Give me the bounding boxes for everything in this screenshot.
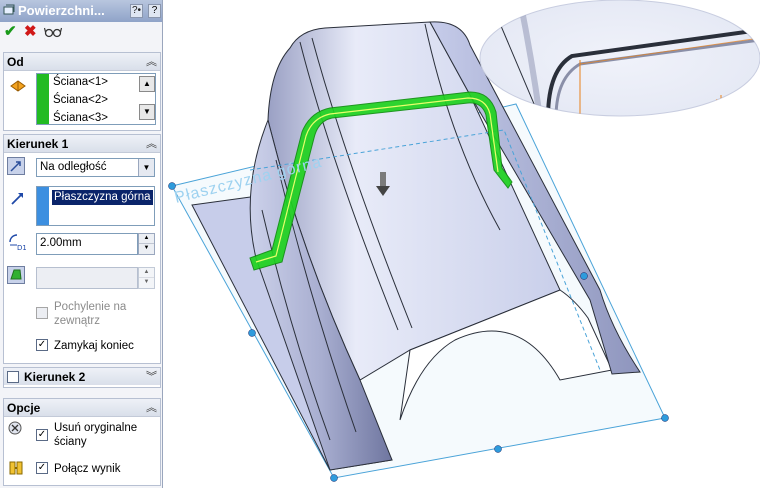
- selection-color-swatch: [37, 74, 49, 124]
- delete-original-faces-checkbox[interactable]: ✓: [36, 429, 48, 441]
- group-od-header[interactable]: Od ︽: [4, 53, 160, 71]
- chevron-down-icon[interactable]: ︾: [146, 368, 157, 384]
- x-icon[interactable]: ✖: [24, 22, 37, 42]
- property-manager-title: Powierzchni...: [18, 3, 105, 18]
- group-direction-2: Kierunek 2 ︾: [3, 367, 161, 388]
- group-direction-1-title: Kierunek 1: [7, 137, 69, 151]
- delete-original-faces-line2: ściany: [54, 436, 87, 448]
- face-selection-icon: [10, 80, 26, 92]
- group-direction-1-header[interactable]: Kierunek 1 ︽: [4, 135, 160, 153]
- group-od: Od ︽ Ściana<1> Ściana<2> Ściana<3> ▲ ▼: [3, 52, 161, 131]
- svg-text:D1: D1: [17, 244, 26, 251]
- magnifier-lens: [479, 0, 760, 117]
- knit-result-checkbox[interactable]: ✓: [36, 462, 48, 474]
- chevron-up-icon[interactable]: ︽: [146, 53, 157, 69]
- group-options-title: Opcje: [7, 401, 41, 415]
- delete-original-faces-line1: Usuń oryginalne: [54, 422, 138, 434]
- faces-list[interactable]: Ściana<1> Ściana<2> Ściana<3> ▲ ▼: [36, 73, 156, 125]
- knit-result-icon: [9, 461, 23, 475]
- group-direction-2-header[interactable]: Kierunek 2 ︾: [4, 368, 160, 385]
- depth-spinner[interactable]: ▲ ▼: [138, 233, 155, 255]
- direction-2-checkbox[interactable]: [7, 371, 19, 383]
- scroll-up-button[interactable]: ▲: [139, 76, 155, 92]
- draft-angle-input: [36, 267, 138, 289]
- depth-value: 2.00mm: [40, 237, 82, 249]
- direction-arrow-icon: [11, 193, 23, 205]
- depth-d1-icon: D1: [9, 234, 26, 251]
- group-options: Opcje ︽ ✓ Usuń oryginalne ściany ✓ Połąc…: [3, 398, 161, 486]
- property-manager-title-bar: Powierzchni... ?• ?: [0, 0, 162, 22]
- group-direction-2-title: Kierunek 2: [24, 370, 86, 384]
- detailed-help-button[interactable]: ?•: [130, 4, 144, 18]
- model-view[interactable]: Płaszczyzna górna: [163, 0, 760, 488]
- glasses-icon[interactable]: [43, 22, 63, 44]
- draft-outward-label-line2: zewnątrz: [54, 315, 101, 327]
- cap-end-label: Zamykaj koniec: [54, 340, 134, 352]
- group-od-title: Od: [7, 55, 24, 69]
- scroll-down-button[interactable]: ▼: [139, 104, 155, 120]
- depth-input[interactable]: 2.00mm: [36, 233, 138, 255]
- delete-faces-icon: [8, 421, 22, 435]
- check-icon[interactable]: ✔: [4, 22, 17, 42]
- list-item[interactable]: Ściana<1>: [53, 76, 108, 89]
- graphics-viewport[interactable]: Płaszczyzna górna: [163, 0, 760, 488]
- reference-selection-box[interactable]: Płaszczyzna górna: [36, 186, 155, 226]
- reference-plane-item[interactable]: Płaszczyzna górna: [52, 190, 153, 205]
- chevron-up-icon[interactable]: ︽: [146, 399, 157, 415]
- action-bar: ✔ ✖: [0, 22, 162, 44]
- list-item[interactable]: Ściana<3>: [53, 112, 108, 124]
- cap-end-checkbox[interactable]: ✓: [36, 339, 48, 351]
- draft-angle-spinner: ▲ ▼: [138, 267, 155, 289]
- chevron-up-icon[interactable]: ︽: [146, 135, 157, 151]
- draft-outward-checkbox: [36, 307, 48, 319]
- selection-color-swatch: [37, 187, 49, 225]
- chevron-down-icon[interactable]: ▼: [138, 159, 154, 176]
- extrude-surface-icon: [3, 4, 15, 15]
- group-direction-1: Kierunek 1 ︽ Na odległość ▼ Płaszczyzna …: [3, 134, 161, 364]
- draft-on-off-icon[interactable]: [7, 266, 25, 284]
- reverse-direction-icon[interactable]: [7, 157, 25, 175]
- list-item[interactable]: Ściana<2>: [53, 94, 108, 107]
- end-condition-select[interactable]: Na odległość ▼: [36, 158, 155, 177]
- end-condition-value: Na odległość: [40, 161, 107, 173]
- knit-result-label: Połącz wynik: [54, 463, 121, 475]
- draft-outward-label-line1: Pochylenie na: [54, 301, 127, 313]
- group-options-header[interactable]: Opcje ︽: [4, 399, 160, 417]
- help-button[interactable]: ?: [148, 4, 161, 18]
- property-manager: Powierzchni... ?• ? ✔ ✖ Od ︽ Ściana<1> Ś…: [0, 0, 163, 488]
